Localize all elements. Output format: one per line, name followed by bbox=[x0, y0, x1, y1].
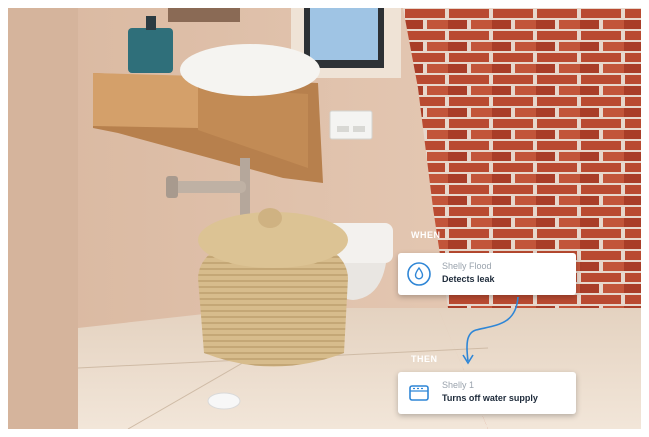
then-label: THEN bbox=[411, 354, 438, 364]
bathroom-photo: WHEN Shelly Flood Detects leak THEN Shel… bbox=[8, 8, 641, 429]
when-label: WHEN bbox=[411, 230, 441, 240]
relay-device-icon bbox=[407, 381, 431, 405]
result-card: Shelly 1 Turns off water supply bbox=[398, 372, 576, 414]
trigger-card: Shelly Flood Detects leak bbox=[398, 253, 576, 295]
result-action: Turns off water supply bbox=[442, 393, 538, 403]
result-device-name: Shelly 1 bbox=[442, 380, 475, 390]
water-drop-icon bbox=[407, 262, 431, 286]
flow-arrow bbox=[462, 296, 519, 365]
trigger-action: Detects leak bbox=[442, 274, 495, 284]
bathroom-scene bbox=[8, 8, 641, 429]
trigger-device-name: Shelly Flood bbox=[442, 261, 492, 271]
